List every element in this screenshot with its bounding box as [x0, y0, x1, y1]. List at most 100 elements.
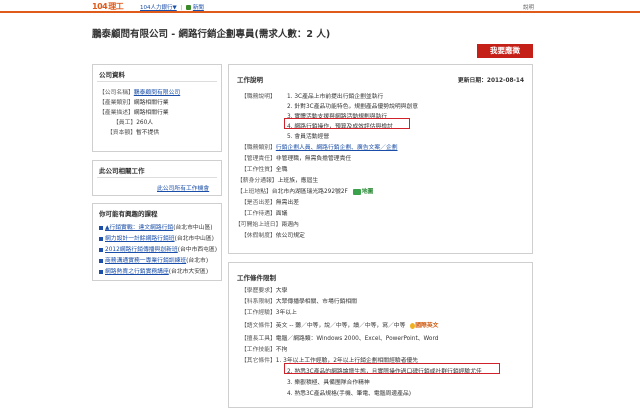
- req-row: 【學歷要求】大學: [241, 285, 287, 294]
- desc-row: 【職務類別】行銷企劃人員、網路行銷企劃、廣告文案／企劃: [241, 142, 398, 151]
- req-value: 3年以上: [275, 310, 297, 316]
- course-location: (台北市中山區): [173, 225, 213, 231]
- info-value: 暫不提供: [136, 130, 160, 136]
- courses-heading: 你可能有興趣的課程: [99, 210, 158, 218]
- company-name-link[interactable]: 鵬泰顧問有限公司: [134, 90, 180, 96]
- desc-key: 【薪身分通報】: [237, 178, 278, 184]
- bullet-icon: [99, 236, 103, 241]
- desc-row: 【是否出差】無需出差: [241, 197, 299, 206]
- req-row: 【工作技能】不拘: [241, 344, 287, 353]
- desc-row: 【上班地點】台北市內湖區瑞光路292號2F 地圖: [237, 186, 373, 195]
- top-nav: 104人力銀行▼ | 新聞: [140, 3, 204, 11]
- courses-panel: 你可能有興趣的課程 ▲行銷實戰：達文網路行銷(台北市中山區) 網力設計一計餘網路…: [92, 203, 222, 281]
- req-row: 【工作經驗】3年以上: [241, 307, 297, 316]
- req-row: 【擅長工具】電腦／網路類：Windows 2000、Excel、PowerPoi…: [241, 333, 438, 342]
- desc-row: 【工作性質】全職: [241, 164, 287, 173]
- nav-104-bank[interactable]: 104人力銀行▼: [140, 5, 177, 11]
- desc-value: 非管理職，無需負擔管理責任: [275, 156, 352, 162]
- all-jobs-link[interactable]: 此公司所有工作機會: [157, 186, 209, 192]
- desc-key: 【工作性質】: [241, 167, 276, 173]
- req-key: 【語文條件】: [241, 323, 276, 329]
- nav-news[interactable]: 新聞: [193, 5, 204, 11]
- info-value: 網路相關行業: [133, 110, 169, 116]
- divider: [97, 81, 217, 82]
- course-link[interactable]: 2012網路行銷傳播與創新班: [105, 247, 178, 253]
- req-row: 【語文條件】英文 -- 聽／中等，說／中等，讀／中等，寫／中等 國際英文: [241, 320, 438, 329]
- map-icon[interactable]: [352, 188, 361, 195]
- desc-value: 面議: [275, 211, 288, 217]
- page-title: 鵬泰顧問有限公司 - 網路行銷企劃專員(需求人數：2 人): [92, 29, 331, 40]
- desc-row: 【管理責任】非管理職，無需負擔管理責任: [241, 153, 351, 162]
- highlight-box: [284, 363, 500, 374]
- related-jobs-row: 此公司所有工作機會: [157, 183, 209, 192]
- req-value: 大學: [275, 288, 288, 294]
- req-key: 【學歷要求】: [241, 288, 276, 294]
- req-value: 電腦／網路類：Windows 2000、Excel、PowerPoint、Wor…: [275, 336, 439, 342]
- bullet-icon: [99, 269, 103, 274]
- info-row: 【公司名稱】鵬泰顧問有限公司: [99, 87, 180, 96]
- req-key: 【工作技能】: [241, 347, 276, 353]
- req-key: 【科系限制】: [241, 299, 276, 305]
- desc-row: 【工作待遇】面議: [241, 208, 287, 217]
- desc-key: 【上班地點】: [237, 189, 272, 195]
- desc-key: 【職務類別】: [241, 145, 276, 151]
- desc-value: 上班族，應屆生: [277, 178, 319, 184]
- related-jobs-panel: 此公司相關工作 此公司所有工作機會: [92, 160, 222, 196]
- desc-value: 依公司規定: [275, 233, 305, 239]
- course-link[interactable]: ▲行銷實戰：達文網路行銷: [105, 225, 173, 231]
- job-requirements-panel: 工作條件限制 【學歷要求】大學 【科系限制】大眾傳播學相關、市場行銷相關 【工作…: [228, 262, 533, 408]
- course-link[interactable]: 商務溝通實務一專業行銷訓練班: [105, 258, 186, 264]
- req-value: 不拘: [275, 347, 288, 353]
- desc-key: 【職務說明】: [241, 94, 276, 100]
- company-info-panel: 公司資料 【公司名稱】鵬泰顧問有限公司 【產業類別】網路相關行業 【產業描述】網…: [92, 64, 222, 152]
- info-key: 【公司名稱】: [99, 90, 134, 96]
- course-item: 2012網路行銷傳播與創新班(台中市西屯區): [99, 244, 217, 253]
- course-link[interactable]: 網路熱賣之行銷實務講座: [105, 269, 169, 275]
- info-row: 【員工】260人: [113, 117, 153, 126]
- map-link[interactable]: 地圖: [362, 189, 374, 195]
- desc-line: 1. 3C產品上市前提出行銷企劃並執行: [287, 94, 384, 100]
- course-location: (台中市西屯區): [177, 247, 218, 253]
- req-extra: 3. 樂觀積極、具備團隊合作精神: [287, 380, 370, 386]
- desc-row: 【薪身分通報】上班族，應屆生: [237, 175, 318, 184]
- desc-value: 兩週內: [281, 222, 299, 228]
- info-value: 網路相關行業: [133, 100, 169, 106]
- info-key: 【產業類別】: [99, 100, 134, 106]
- info-row: 【產業類別】網路相關行業: [99, 97, 169, 106]
- desc-key: 【是否出差】: [241, 200, 276, 206]
- req-key: 【擅長工具】: [241, 336, 276, 342]
- desc-value: 台北市內湖區瑞光路292號2F: [271, 189, 348, 195]
- bullet-icon: [99, 247, 103, 252]
- logo-text: 104: [92, 2, 108, 11]
- req-key: 【其它條件】: [241, 358, 276, 364]
- course-item: 商務溝通實務一專業行銷訓練班(台北市): [99, 255, 208, 264]
- desc-key: 【管理責任】: [241, 156, 276, 162]
- help-link[interactable]: 說明: [523, 3, 534, 11]
- course-location: (台北市中山區): [174, 236, 214, 242]
- course-item: 網力設計一計餘網路行銷班(台北市中山區): [99, 233, 214, 242]
- news-icon: [186, 5, 192, 10]
- info-row: 【產業描述】網路相關行業: [99, 107, 169, 116]
- info-key: 【產業描述】: [99, 110, 134, 116]
- info-key: 【員工】: [113, 120, 137, 126]
- course-location: (台北市大安區): [168, 269, 209, 275]
- top-bar: 104理工 104人力銀行▼ | 新聞 說明: [0, 0, 640, 13]
- job-category-link[interactable]: 行銷企劃人員、網路行銷企劃、廣告文案／企劃: [276, 145, 398, 151]
- job-requirements-heading: 工作條件限制: [237, 274, 276, 282]
- bullet-icon: [99, 225, 103, 230]
- english-badge-link[interactable]: 國際英文: [415, 323, 438, 329]
- desc-line: 2. 針對3C產品功能特色，規劃產品優勢說明與創意: [287, 104, 419, 110]
- info-key: 【資本額】: [107, 130, 136, 136]
- bullet-icon: [99, 258, 103, 263]
- course-link[interactable]: 網力設計一計餘網路行銷班: [105, 236, 175, 242]
- desc-key: 【可開始上班日】: [235, 222, 282, 228]
- apply-button[interactable]: 我要應徵: [477, 44, 533, 58]
- desc-line: 5. 會員活動經營: [287, 134, 330, 140]
- req-key: 【工作經驗】: [241, 310, 276, 316]
- site-logo[interactable]: 104理工: [92, 1, 124, 12]
- divider: [97, 177, 217, 178]
- job-description-panel: 工作說明 更新日期：2012-08-14 【職務說明】 1. 3C產品上市前提出…: [228, 64, 533, 254]
- update-date: 更新日期：2012-08-14: [457, 78, 524, 84]
- req-row: 【科系限制】大眾傳播學相關、市場行銷相關: [241, 296, 357, 305]
- nav-separator: |: [180, 5, 183, 11]
